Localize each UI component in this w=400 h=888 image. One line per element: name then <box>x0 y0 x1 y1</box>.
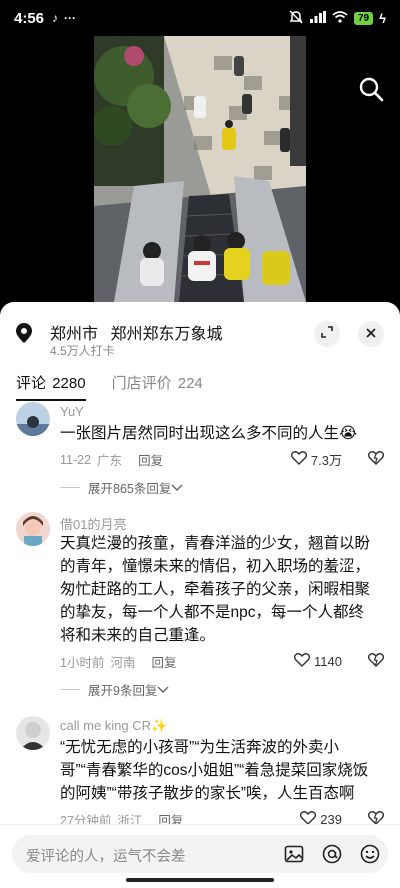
comment-input[interactable]: 爱评论的人，运气不会差 <box>12 835 388 873</box>
comment-input-placeholder: 爱评论的人，运气不会差 <box>26 849 186 865</box>
comment-region: 河南 <box>110 656 136 670</box>
location-city: 郑州市 <box>50 326 99 343</box>
like-count: 7.3万 <box>310 453 342 468</box>
divider <box>60 487 80 488</box>
comment-meta: 11-22 广东 回复 7.3万 <box>60 450 385 469</box>
search-icon[interactable] <box>358 76 386 104</box>
comment-text: “无忧无虑的小孩哥”“为生活奔波的外卖小哥”“青春繁华的cos小姐姐”“着急提菜… <box>60 739 369 802</box>
expand-replies-button[interactable]: 展开9条回复 <box>60 680 169 699</box>
dislike-icon[interactable] <box>367 653 385 670</box>
post-photo[interactable] <box>94 36 306 302</box>
expand-replies-label: 展开9条回复 <box>88 684 158 698</box>
like-count: 239 <box>320 812 342 824</box>
location-pin-icon <box>16 323 34 345</box>
status-bar: 4:56 ♪ ··· 79 ϟ <box>0 0 400 36</box>
comment-input-bar: 爱评论的人，运气不会差 <box>0 824 400 888</box>
comment-date: 11-22 <box>60 452 92 467</box>
comment-meta: 27分钟前 浙江 回复 239 <box>60 810 385 824</box>
comment-text: 天真烂漫的孩童，青春洋溢的少女，翘首以盼的青年，憧憬未来的情侣，初入职场的羞涩，… <box>60 535 371 644</box>
comment-username[interactable]: 借01的月亮 <box>60 514 126 533</box>
reply-button[interactable]: 回复 <box>138 450 163 469</box>
location-title: 郑州市 郑州郑东万象城 <box>50 320 222 344</box>
close-button[interactable] <box>358 321 384 347</box>
chevron-down-icon <box>157 683 169 697</box>
tiktok-icon: ♪ <box>52 11 59 25</box>
expand-icon <box>321 325 333 343</box>
avatar[interactable] <box>16 512 50 546</box>
divider <box>60 689 80 690</box>
comment-meta: 1小时前 河南 回复 1140 <box>60 652 385 671</box>
comment-date: 1小时前 <box>60 656 105 670</box>
charging-icon: ϟ <box>379 10 386 26</box>
comment-sheet: 郑州市 郑州郑东万象城 4.5万人打卡 评论 2280 门店评价 224 YuY… <box>0 302 400 888</box>
wifi-icon <box>332 10 348 26</box>
tab-store-reviews[interactable]: 门店评价 224 <box>112 372 203 401</box>
status-time: 4:56 <box>14 9 45 27</box>
expand-button[interactable] <box>314 321 340 347</box>
mute-icon <box>288 9 304 27</box>
heart-icon <box>293 653 311 670</box>
checkin-count: 4.5万人打卡 <box>50 344 115 358</box>
signal-icon <box>309 10 326 26</box>
tab-comments-label: 评论 <box>16 375 47 392</box>
reply-button[interactable]: 回复 <box>158 810 183 824</box>
avatar[interactable] <box>16 402 50 436</box>
emoji-icon[interactable] <box>360 844 380 864</box>
expand-replies-button[interactable]: 展开865条回复 <box>60 478 183 497</box>
chevron-down-icon <box>171 481 183 495</box>
heart-icon <box>290 451 307 468</box>
like-count: 1140 <box>314 654 342 669</box>
comment-region: 广东 <box>97 454 123 468</box>
reply-button[interactable]: 回复 <box>151 652 176 671</box>
comment-region: 浙江 <box>117 814 143 824</box>
tab-store-reviews-label: 门店评价 <box>111 375 172 392</box>
comment-tabs: 评论 2280 门店评价 224 <box>16 372 203 401</box>
tab-comments[interactable]: 评论 2280 <box>16 372 86 401</box>
comment-text: 一张图片居然同时出现这么多不同的人生😭 <box>60 425 358 442</box>
at-icon[interactable] <box>322 844 342 864</box>
like-button[interactable]: 239 <box>300 811 342 824</box>
comment-list: YuY 一张图片居然同时出现这么多不同的人生😭 11-22 广东 回复 7.3万… <box>0 400 400 824</box>
like-button[interactable]: 7.3万 <box>290 450 342 469</box>
expand-replies-label: 展开865条回复 <box>88 482 172 496</box>
image-icon[interactable] <box>284 844 304 864</box>
comment-date: 27分钟前 <box>60 814 112 824</box>
avatar[interactable] <box>16 716 50 750</box>
tab-store-reviews-count: 224 <box>177 375 203 392</box>
dislike-icon[interactable] <box>367 811 385 824</box>
like-button[interactable]: 1140 <box>293 653 342 670</box>
post-image-area <box>0 36 400 302</box>
comment-username[interactable]: call me king CR✨ <box>60 718 167 734</box>
more-dots-icon: ··· <box>64 11 77 25</box>
battery-level: 79 <box>353 11 374 25</box>
dislike-icon[interactable] <box>367 451 385 468</box>
location-name: 郑州郑东万象城 <box>110 326 223 343</box>
location-header[interactable]: 郑州市 郑州郑东万象城 4.5万人打卡 <box>16 318 384 358</box>
close-icon <box>366 325 376 343</box>
home-indicator <box>126 878 274 882</box>
heart-icon <box>300 811 317 824</box>
comment-username[interactable]: YuY <box>60 404 84 419</box>
tab-comments-count: 2280 <box>52 375 86 392</box>
battery-icon: 79 <box>353 11 374 25</box>
